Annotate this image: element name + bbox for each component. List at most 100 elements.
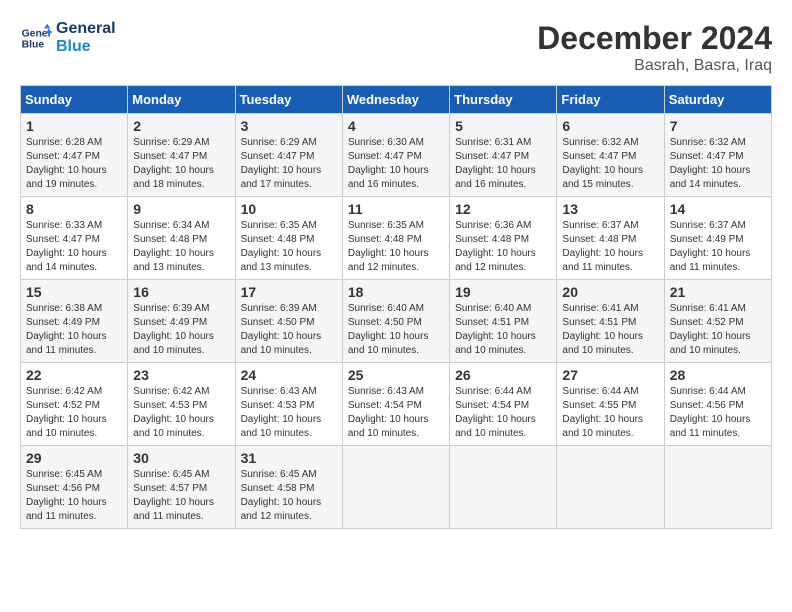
day-cell: 14 Sunrise: 6:37 AMSunset: 4:49 PMDaylig… — [664, 197, 771, 280]
day-number: 22 — [26, 367, 122, 383]
logo: General Blue General Blue — [20, 20, 116, 55]
day-info: Sunrise: 6:43 AMSunset: 4:54 PMDaylight:… — [348, 386, 429, 439]
day-number: 10 — [241, 201, 337, 217]
month-title: December 2024 — [537, 20, 772, 57]
location-title: Basrah, Basra, Iraq — [537, 57, 772, 75]
day-cell: 28 Sunrise: 6:44 AMSunset: 4:56 PMDaylig… — [664, 363, 771, 446]
day-cell: 1 Sunrise: 6:28 AMSunset: 4:47 PMDayligh… — [21, 114, 128, 197]
header-row: SundayMondayTuesdayWednesdayThursdayFrid… — [21, 86, 772, 114]
day-cell: 22 Sunrise: 6:42 AMSunset: 4:52 PMDaylig… — [21, 363, 128, 446]
day-number: 27 — [562, 367, 658, 383]
day-number: 14 — [670, 201, 766, 217]
day-number: 23 — [133, 367, 229, 383]
day-cell: 31 Sunrise: 6:45 AMSunset: 4:58 PMDaylig… — [235, 446, 342, 529]
day-number: 19 — [455, 284, 551, 300]
day-info: Sunrise: 6:44 AMSunset: 4:56 PMDaylight:… — [670, 386, 751, 439]
day-number: 4 — [348, 118, 444, 134]
week-row-2: 8 Sunrise: 6:33 AMSunset: 4:47 PMDayligh… — [21, 197, 772, 280]
day-number: 26 — [455, 367, 551, 383]
day-info: Sunrise: 6:42 AMSunset: 4:52 PMDaylight:… — [26, 386, 107, 439]
day-info: Sunrise: 6:37 AMSunset: 4:49 PMDaylight:… — [670, 220, 751, 273]
day-number: 2 — [133, 118, 229, 134]
page-header: General Blue General Blue December 2024 … — [20, 20, 772, 75]
day-info: Sunrise: 6:29 AMSunset: 4:47 PMDaylight:… — [133, 137, 214, 190]
logo-general: General — [56, 20, 116, 38]
day-info: Sunrise: 6:45 AMSunset: 4:57 PMDaylight:… — [133, 469, 214, 522]
day-info: Sunrise: 6:35 AMSunset: 4:48 PMDaylight:… — [241, 220, 322, 273]
day-number: 20 — [562, 284, 658, 300]
day-number: 17 — [241, 284, 337, 300]
day-cell: 2 Sunrise: 6:29 AMSunset: 4:47 PMDayligh… — [128, 114, 235, 197]
day-info: Sunrise: 6:40 AMSunset: 4:50 PMDaylight:… — [348, 303, 429, 356]
day-number: 13 — [562, 201, 658, 217]
day-cell: 19 Sunrise: 6:40 AMSunset: 4:51 PMDaylig… — [450, 280, 557, 363]
day-number: 7 — [670, 118, 766, 134]
day-info: Sunrise: 6:33 AMSunset: 4:47 PMDaylight:… — [26, 220, 107, 273]
col-header-monday: Monday — [128, 86, 235, 114]
day-number: 25 — [348, 367, 444, 383]
day-number: 31 — [241, 450, 337, 466]
day-info: Sunrise: 6:29 AMSunset: 4:47 PMDaylight:… — [241, 137, 322, 190]
day-number: 15 — [26, 284, 122, 300]
day-number: 24 — [241, 367, 337, 383]
day-number: 28 — [670, 367, 766, 383]
day-cell: 15 Sunrise: 6:38 AMSunset: 4:49 PMDaylig… — [21, 280, 128, 363]
svg-text:General: General — [22, 28, 52, 39]
day-info: Sunrise: 6:39 AMSunset: 4:50 PMDaylight:… — [241, 303, 322, 356]
day-number: 16 — [133, 284, 229, 300]
logo-blue: Blue — [56, 38, 116, 56]
day-number: 21 — [670, 284, 766, 300]
day-cell: 27 Sunrise: 6:44 AMSunset: 4:55 PMDaylig… — [557, 363, 664, 446]
day-info: Sunrise: 6:42 AMSunset: 4:53 PMDaylight:… — [133, 386, 214, 439]
day-info: Sunrise: 6:43 AMSunset: 4:53 PMDaylight:… — [241, 386, 322, 439]
day-info: Sunrise: 6:31 AMSunset: 4:47 PMDaylight:… — [455, 137, 536, 190]
day-info: Sunrise: 6:30 AMSunset: 4:47 PMDaylight:… — [348, 137, 429, 190]
day-info: Sunrise: 6:36 AMSunset: 4:48 PMDaylight:… — [455, 220, 536, 273]
col-header-sunday: Sunday — [21, 86, 128, 114]
day-cell — [664, 446, 771, 529]
day-info: Sunrise: 6:41 AMSunset: 4:51 PMDaylight:… — [562, 303, 643, 356]
day-cell: 12 Sunrise: 6:36 AMSunset: 4:48 PMDaylig… — [450, 197, 557, 280]
day-cell: 20 Sunrise: 6:41 AMSunset: 4:51 PMDaylig… — [557, 280, 664, 363]
day-cell: 16 Sunrise: 6:39 AMSunset: 4:49 PMDaylig… — [128, 280, 235, 363]
day-info: Sunrise: 6:44 AMSunset: 4:55 PMDaylight:… — [562, 386, 643, 439]
day-cell: 8 Sunrise: 6:33 AMSunset: 4:47 PMDayligh… — [21, 197, 128, 280]
day-number: 12 — [455, 201, 551, 217]
week-row-3: 15 Sunrise: 6:38 AMSunset: 4:49 PMDaylig… — [21, 280, 772, 363]
day-info: Sunrise: 6:32 AMSunset: 4:47 PMDaylight:… — [670, 137, 751, 190]
day-info: Sunrise: 6:38 AMSunset: 4:49 PMDaylight:… — [26, 303, 107, 356]
week-row-1: 1 Sunrise: 6:28 AMSunset: 4:47 PMDayligh… — [21, 114, 772, 197]
day-cell: 13 Sunrise: 6:37 AMSunset: 4:48 PMDaylig… — [557, 197, 664, 280]
day-cell: 26 Sunrise: 6:44 AMSunset: 4:54 PMDaylig… — [450, 363, 557, 446]
day-cell: 4 Sunrise: 6:30 AMSunset: 4:47 PMDayligh… — [342, 114, 449, 197]
title-area: December 2024 Basrah, Basra, Iraq — [537, 20, 772, 75]
day-cell — [557, 446, 664, 529]
day-cell — [342, 446, 449, 529]
calendar-table: SundayMondayTuesdayWednesdayThursdayFrid… — [20, 85, 772, 529]
day-cell: 7 Sunrise: 6:32 AMSunset: 4:47 PMDayligh… — [664, 114, 771, 197]
day-info: Sunrise: 6:28 AMSunset: 4:47 PMDaylight:… — [26, 137, 107, 190]
day-cell: 25 Sunrise: 6:43 AMSunset: 4:54 PMDaylig… — [342, 363, 449, 446]
svg-text:Blue: Blue — [22, 39, 45, 50]
day-info: Sunrise: 6:45 AMSunset: 4:58 PMDaylight:… — [241, 469, 322, 522]
day-info: Sunrise: 6:44 AMSunset: 4:54 PMDaylight:… — [455, 386, 536, 439]
day-info: Sunrise: 6:40 AMSunset: 4:51 PMDaylight:… — [455, 303, 536, 356]
day-number: 3 — [241, 118, 337, 134]
day-info: Sunrise: 6:39 AMSunset: 4:49 PMDaylight:… — [133, 303, 214, 356]
day-number: 6 — [562, 118, 658, 134]
col-header-wednesday: Wednesday — [342, 86, 449, 114]
day-cell: 18 Sunrise: 6:40 AMSunset: 4:50 PMDaylig… — [342, 280, 449, 363]
day-number: 30 — [133, 450, 229, 466]
week-row-5: 29 Sunrise: 6:45 AMSunset: 4:56 PMDaylig… — [21, 446, 772, 529]
day-info: Sunrise: 6:34 AMSunset: 4:48 PMDaylight:… — [133, 220, 214, 273]
day-cell: 17 Sunrise: 6:39 AMSunset: 4:50 PMDaylig… — [235, 280, 342, 363]
day-cell: 11 Sunrise: 6:35 AMSunset: 4:48 PMDaylig… — [342, 197, 449, 280]
day-cell: 6 Sunrise: 6:32 AMSunset: 4:47 PMDayligh… — [557, 114, 664, 197]
col-header-saturday: Saturday — [664, 86, 771, 114]
day-cell: 24 Sunrise: 6:43 AMSunset: 4:53 PMDaylig… — [235, 363, 342, 446]
col-header-tuesday: Tuesday — [235, 86, 342, 114]
day-cell: 5 Sunrise: 6:31 AMSunset: 4:47 PMDayligh… — [450, 114, 557, 197]
day-number: 5 — [455, 118, 551, 134]
day-cell: 23 Sunrise: 6:42 AMSunset: 4:53 PMDaylig… — [128, 363, 235, 446]
day-number: 18 — [348, 284, 444, 300]
